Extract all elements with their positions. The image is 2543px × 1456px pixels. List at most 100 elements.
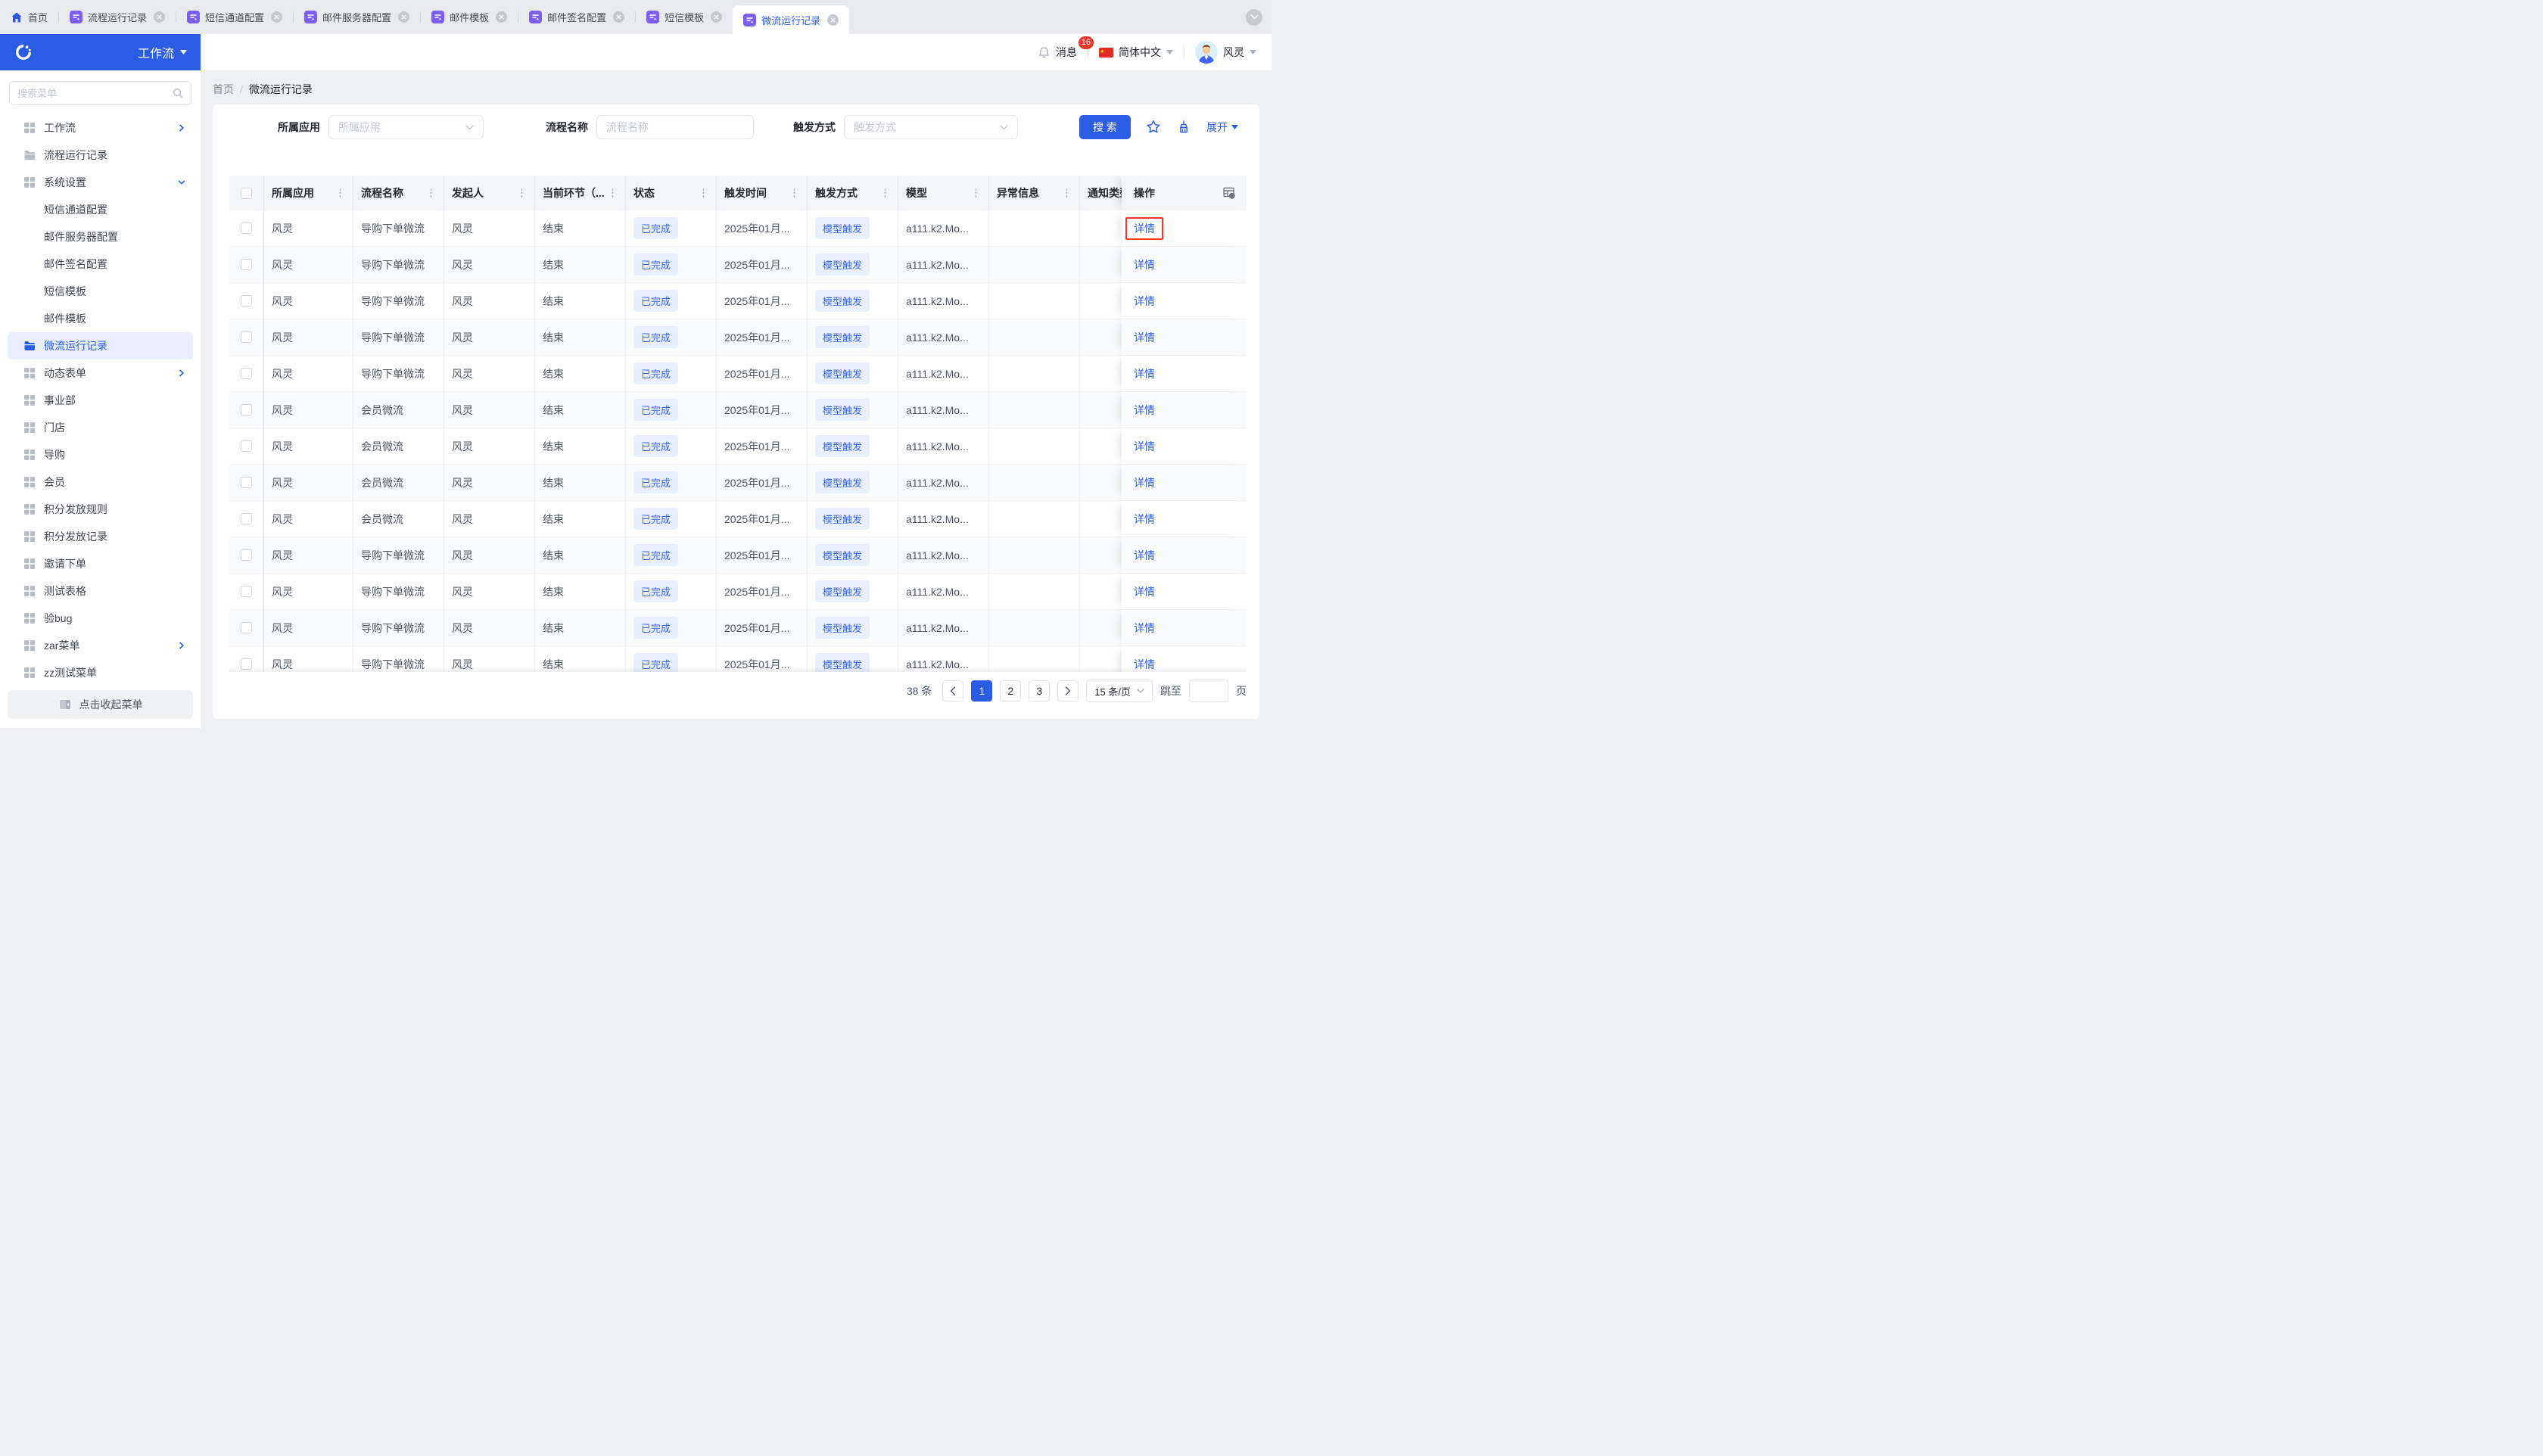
trigger-badge[interactable]: 模型触发 [815, 580, 870, 602]
sidebar-item[interactable]: 短信通道配置 [8, 196, 193, 223]
detail-link[interactable]: 详情 [1134, 403, 1155, 418]
column-header[interactable]: 异常信息⋮ [989, 176, 1080, 210]
trigger-badge[interactable]: 模型触发 [815, 290, 870, 312]
column-header[interactable]: 触发时间⋮ [717, 176, 808, 210]
trigger-badge[interactable]: 模型触发 [815, 217, 870, 239]
row-checkbox[interactable] [241, 404, 252, 415]
sidebar-item[interactable]: 动态表单 [8, 359, 193, 387]
expand-toggle[interactable]: 展开 [1206, 120, 1238, 135]
sidebar-item[interactable]: 积分发放记录 [8, 523, 193, 550]
detail-link[interactable]: 详情 [1134, 548, 1155, 563]
sidebar-item[interactable]: 流程运行记录 [8, 142, 193, 169]
sidebar-item[interactable]: zar菜单 [8, 632, 193, 659]
page-button[interactable]: 3 [1029, 680, 1050, 702]
column-header[interactable]: 状态⋮ [626, 176, 717, 210]
row-checkbox[interactable] [241, 549, 252, 561]
star-icon[interactable] [1146, 120, 1161, 135]
sidebar-item[interactable]: 微流运行记录 [8, 332, 193, 359]
sidebar-item[interactable]: 工作流 [8, 114, 193, 142]
close-icon[interactable] [711, 11, 722, 23]
column-menu-icon[interactable]: ⋮ [971, 187, 981, 199]
row-checkbox[interactable] [241, 368, 252, 379]
page-button[interactable]: 2 [1000, 680, 1021, 702]
detail-link[interactable]: 详情 [1134, 584, 1155, 599]
sidebar-item[interactable]: 事业部 [8, 387, 193, 414]
close-icon[interactable] [496, 11, 507, 23]
clear-icon[interactable] [1176, 120, 1191, 135]
column-menu-icon[interactable]: ⋮ [789, 187, 799, 199]
column-header[interactable]: 发起人⋮ [444, 176, 535, 210]
row-checkbox[interactable] [241, 331, 252, 343]
menu-search-input[interactable] [10, 88, 173, 99]
trigger-badge[interactable]: 模型触发 [815, 544, 870, 566]
breadcrumb-home[interactable]: 首页 [213, 82, 234, 97]
table-columns-eye-icon[interactable] [1222, 186, 1236, 200]
column-menu-icon[interactable]: ⋮ [699, 187, 708, 199]
row-checkbox[interactable] [241, 259, 252, 270]
tab[interactable]: 微流运行记录 [733, 5, 849, 34]
sidebar-item[interactable]: 门店 [8, 414, 193, 441]
sidebar-item[interactable]: 测试表格 [8, 577, 193, 605]
trigger-badge[interactable]: 模型触发 [815, 362, 870, 384]
user-menu[interactable]: 风灵 [1195, 41, 1256, 64]
column-menu-icon[interactable]: ⋮ [517, 187, 527, 199]
tab[interactable]: 流程运行记录 [59, 0, 176, 34]
close-icon[interactable] [154, 11, 165, 23]
app-title[interactable]: 工作流 [138, 43, 187, 61]
column-menu-icon[interactable]: ⋮ [880, 187, 890, 199]
detail-link[interactable]: 详情 [1134, 257, 1155, 272]
sidebar-item[interactable]: 会员 [8, 468, 193, 496]
flow-name-input[interactable] [596, 115, 754, 139]
column-menu-icon[interactable]: ⋮ [1062, 187, 1072, 199]
next-page-button[interactable] [1057, 680, 1079, 702]
prev-page-button[interactable] [942, 680, 963, 702]
jump-page-input[interactable] [1189, 680, 1228, 702]
sidebar-item[interactable]: 导购 [8, 441, 193, 468]
trigger-badge[interactable]: 模型触发 [815, 508, 870, 530]
sidebar-item[interactable]: 邮件签名配置 [8, 250, 193, 278]
close-icon[interactable] [827, 14, 839, 26]
messages-button[interactable]: 消息 16 [1038, 45, 1077, 60]
detail-link[interactable]: 详情 [1134, 621, 1155, 636]
sidebar-item[interactable]: 积分发放规则 [8, 496, 193, 523]
detail-link[interactable]: 详情 [1134, 657, 1155, 672]
detail-link[interactable]: 详情 [1134, 366, 1155, 381]
row-checkbox[interactable] [241, 658, 252, 670]
trigger-badge[interactable]: 模型触发 [815, 435, 870, 457]
sidebar-item[interactable]: 系统设置 [8, 169, 193, 196]
sidebar-item[interactable]: 短信模板 [8, 278, 193, 305]
column-header[interactable]: 流程名称⋮ [353, 176, 444, 210]
select-all-checkbox[interactable] [241, 188, 252, 199]
trigger-badge[interactable]: 模型触发 [815, 617, 870, 639]
detail-link[interactable]: 详情 [1134, 439, 1155, 454]
tab[interactable]: 短信模板 [636, 0, 733, 34]
language-selector[interactable]: 简体中文 [1099, 45, 1173, 60]
column-header[interactable]: 触发方式⋮ [808, 176, 898, 210]
tab[interactable]: 邮件模板 [421, 0, 518, 34]
tab-overflow-button[interactable] [1246, 9, 1262, 26]
detail-link[interactable]: 详情 [1134, 512, 1155, 527]
tab[interactable]: 首页 [0, 0, 58, 34]
row-checkbox[interactable] [241, 295, 252, 306]
row-checkbox[interactable] [241, 440, 252, 452]
sidebar-item[interactable]: 邮件服务器配置 [8, 223, 193, 250]
trigger-badge[interactable]: 模型触发 [815, 471, 870, 493]
column-header[interactable]: 所属应用⋮ [264, 176, 353, 210]
tab[interactable]: 邮件服务器配置 [294, 0, 420, 34]
sidebar-item[interactable]: zz测试菜单 [8, 659, 193, 686]
close-icon[interactable] [398, 11, 409, 23]
column-menu-icon[interactable]: ⋮ [426, 187, 436, 199]
row-checkbox[interactable] [241, 513, 252, 524]
trigger-badge[interactable]: 模型触发 [815, 399, 870, 421]
row-checkbox[interactable] [241, 222, 252, 234]
sidebar-item[interactable]: 邀请下单 [8, 550, 193, 577]
tab[interactable]: 短信通道配置 [176, 0, 293, 34]
sidebar-item[interactable]: 邮件模板 [8, 305, 193, 332]
detail-link[interactable]: 详情 [1134, 475, 1155, 490]
search-button[interactable]: 搜 索 [1079, 115, 1131, 139]
detail-link[interactable]: 详情 [1134, 294, 1155, 309]
trigger-badge[interactable]: 模型触发 [815, 326, 870, 348]
collapse-menu-button[interactable]: 点击收起菜单 [8, 690, 193, 719]
row-checkbox[interactable] [241, 622, 252, 633]
sidebar-item[interactable]: 验bug [8, 605, 193, 632]
